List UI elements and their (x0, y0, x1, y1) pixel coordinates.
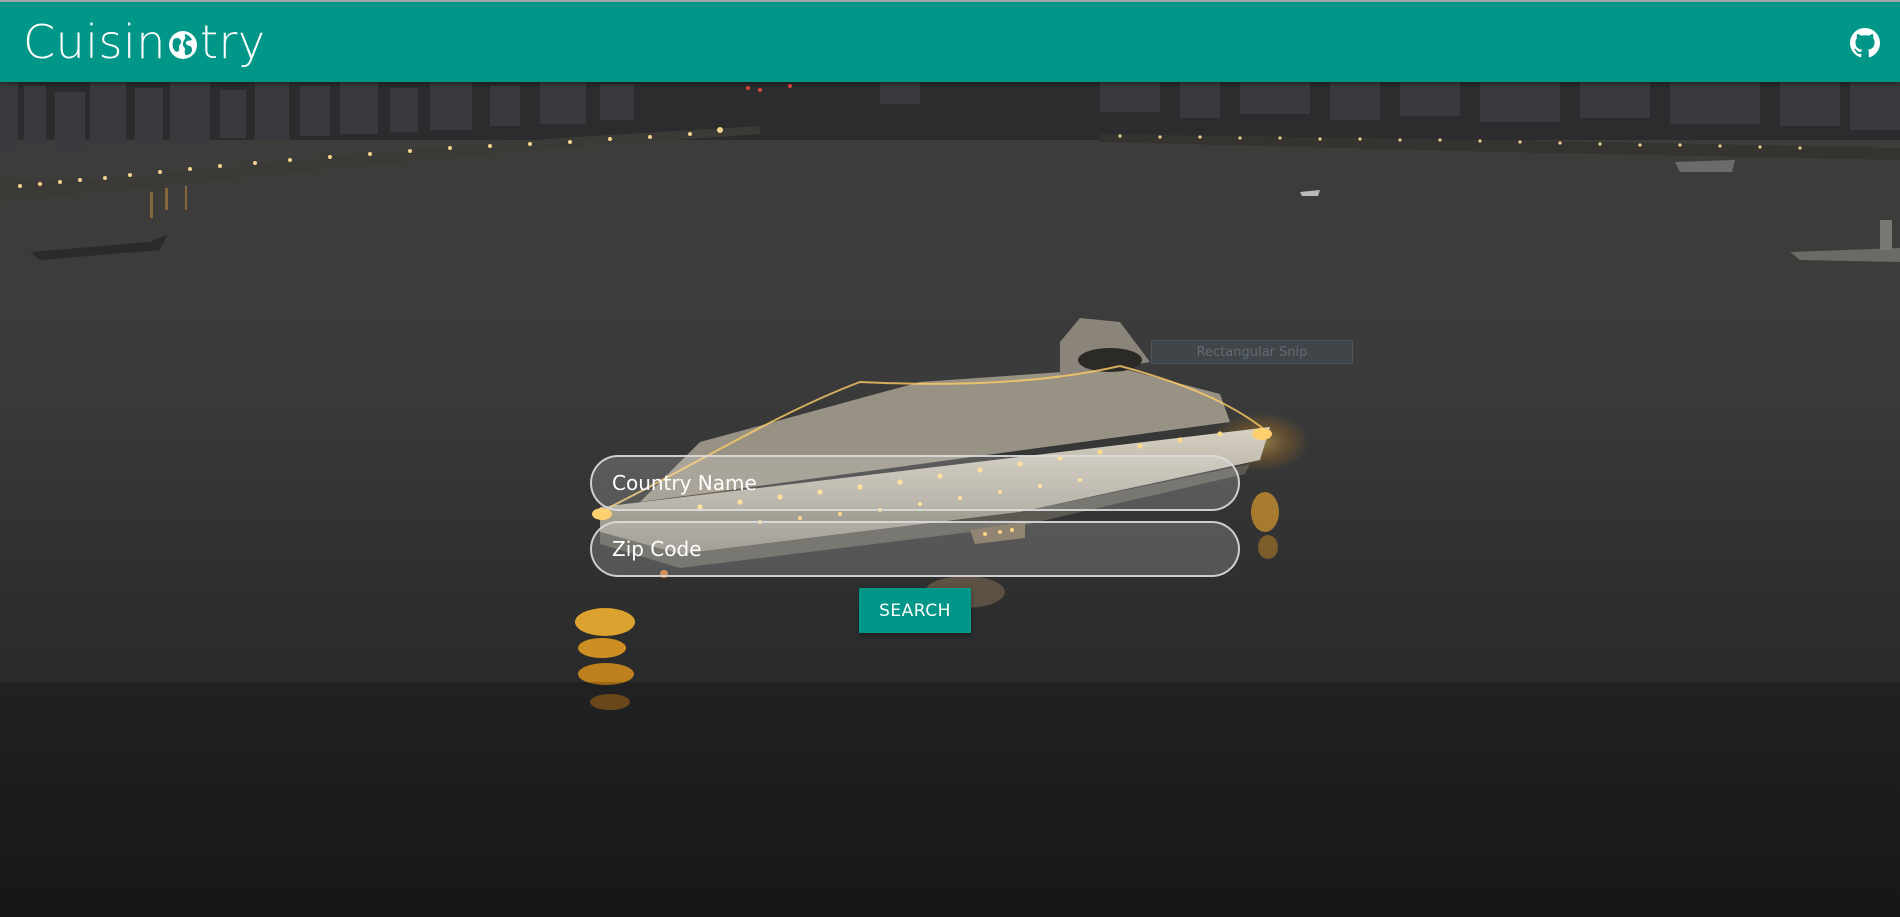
brand-prefix: Cuisin (23, 15, 166, 69)
country-name-input[interactable] (590, 455, 1240, 511)
hero-background-video: Rectangular Snip SEARCH (0, 82, 1900, 917)
search-button[interactable]: SEARCH (859, 588, 971, 633)
globe-icon (168, 31, 197, 59)
navbar: Cuisin try (0, 2, 1900, 82)
brand-logo-link[interactable]: Cuisin try (23, 14, 266, 70)
rectangular-snip-tooltip: Rectangular Snip (1151, 340, 1353, 364)
page: Cuisin try Rectangular Snip Country Name… (0, 0, 1900, 917)
github-icon[interactable] (1850, 28, 1880, 58)
brand-suffix: try (199, 15, 266, 69)
search-form: SEARCH (590, 455, 1240, 633)
zip-code-input[interactable] (590, 521, 1240, 577)
